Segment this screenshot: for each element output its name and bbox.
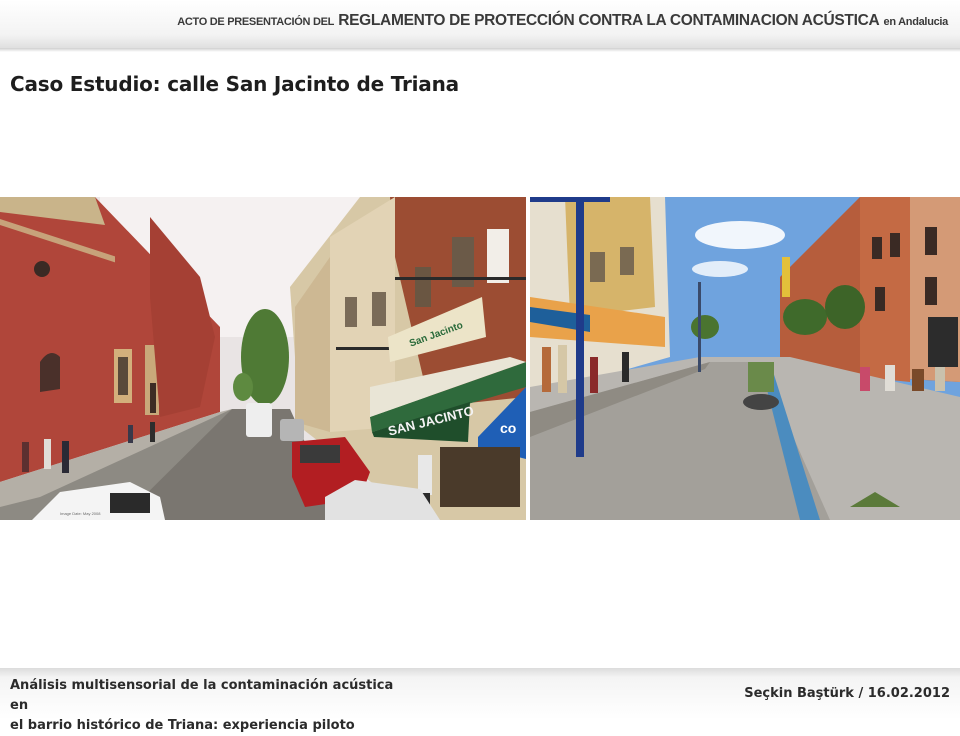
street-photo-left: San Jacinto SAN JACINTO co Image Date: M…	[0, 197, 526, 520]
street-photo-right	[530, 197, 960, 520]
header-bar: ACTO DE PRESENTACIÓN DEL REGLAMENTO DE P…	[0, 0, 960, 50]
header-main: REGLAMENTO DE PROTECCIÓN CONTRA LA CONTA…	[338, 12, 880, 29]
slide-title: Caso Estudio: calle San Jacinto de Trian…	[10, 72, 459, 96]
header-title: ACTO DE PRESENTACIÓN DEL REGLAMENTO DE P…	[177, 12, 948, 30]
blue-sign-text: co	[500, 420, 516, 436]
footer-subtitle-line2: el barrio histórico de Triana: experienc…	[10, 718, 355, 733]
footer-bar: Análisis multisensorial de la contaminac…	[0, 668, 960, 733]
header-prefix: ACTO DE PRESENTACIÓN DEL	[177, 16, 335, 28]
header-divider	[0, 48, 960, 52]
header-suffix: en Andalucia	[883, 16, 949, 28]
photo-watermark: Image Date: May 2008	[60, 511, 101, 516]
footer-subtitle-line1: Análisis multisensorial de la contaminac…	[10, 678, 394, 713]
footer-author-date: Seçkin Baştürk / 16.02.2012	[744, 686, 950, 701]
footer-subtitle: Análisis multisensorial de la contaminac…	[10, 676, 410, 736]
